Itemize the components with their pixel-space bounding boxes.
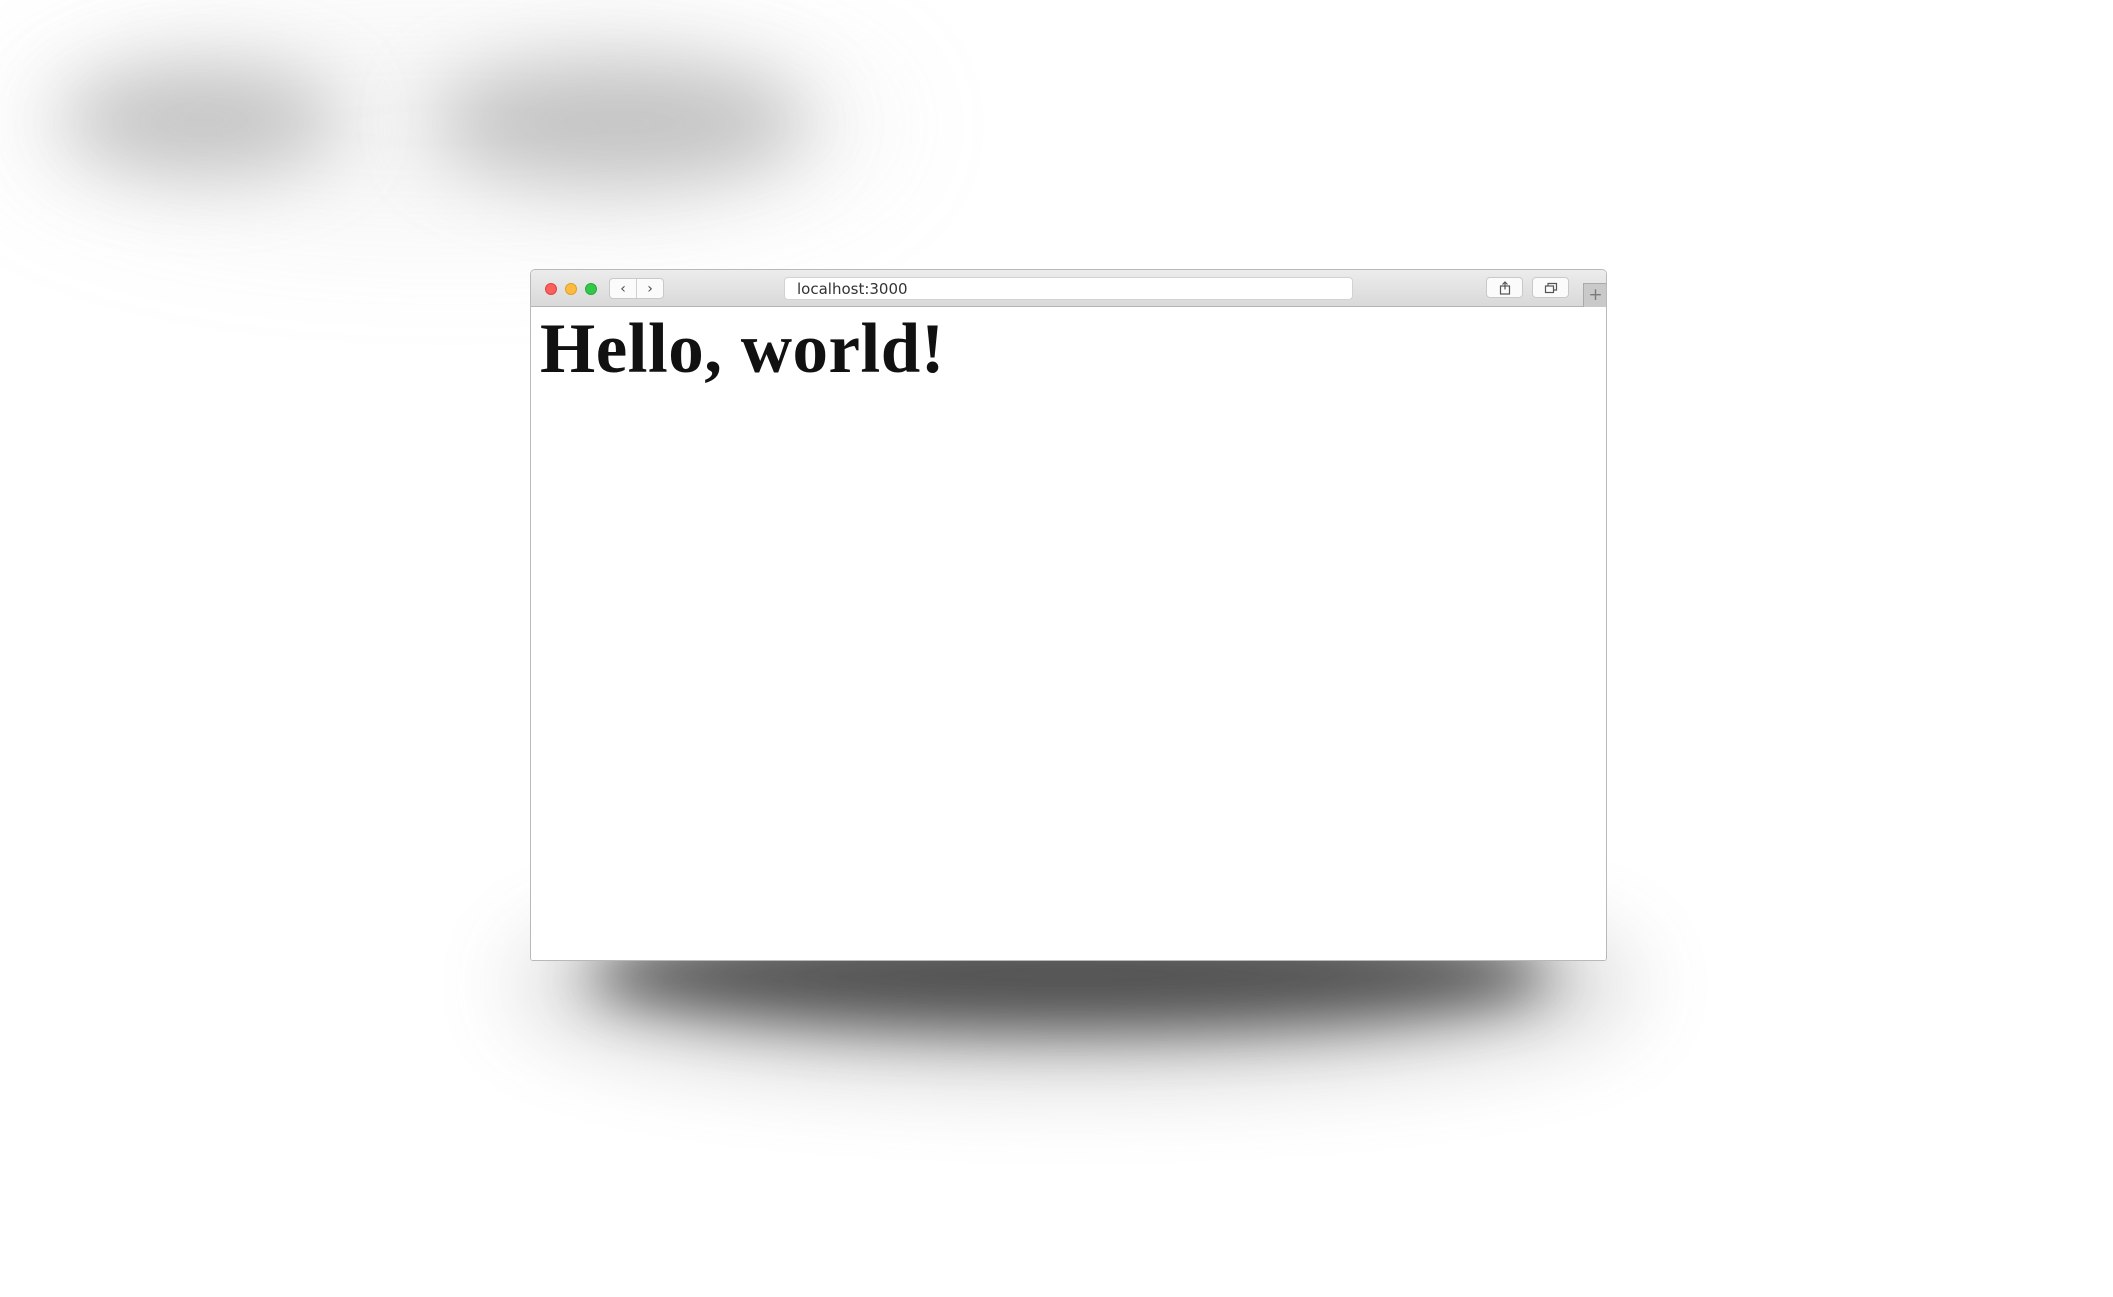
desktop-stage: ‹ › localhost:3000 + Hello, world! <box>0 0 2113 1297</box>
tabs-overview-button[interactable] <box>1532 277 1569 298</box>
share-icon <box>1499 280 1510 295</box>
address-bar[interactable]: localhost:3000 <box>784 277 1353 300</box>
minimize-icon[interactable] <box>565 283 577 295</box>
browser-window: ‹ › localhost:3000 + Hello, world! <box>530 269 1607 961</box>
blurred-backdrop-shape <box>430 60 810 185</box>
close-icon[interactable] <box>545 283 557 295</box>
blurred-backdrop-shape <box>60 65 340 175</box>
address-text: localhost:3000 <box>797 279 908 298</box>
page-heading: Hello, world! <box>540 310 945 388</box>
forward-button[interactable]: › <box>636 279 663 298</box>
new-tab-button[interactable]: + <box>1583 283 1606 307</box>
maximize-icon[interactable] <box>585 283 597 295</box>
page-content: Hello, world! <box>531 307 1606 960</box>
back-button[interactable]: ‹ <box>610 279 636 298</box>
browser-toolbar: ‹ › localhost:3000 + <box>531 270 1606 307</box>
navigation-buttons: ‹ › <box>609 278 664 299</box>
tabs-overview-icon <box>1544 282 1557 293</box>
share-button[interactable] <box>1486 277 1523 298</box>
